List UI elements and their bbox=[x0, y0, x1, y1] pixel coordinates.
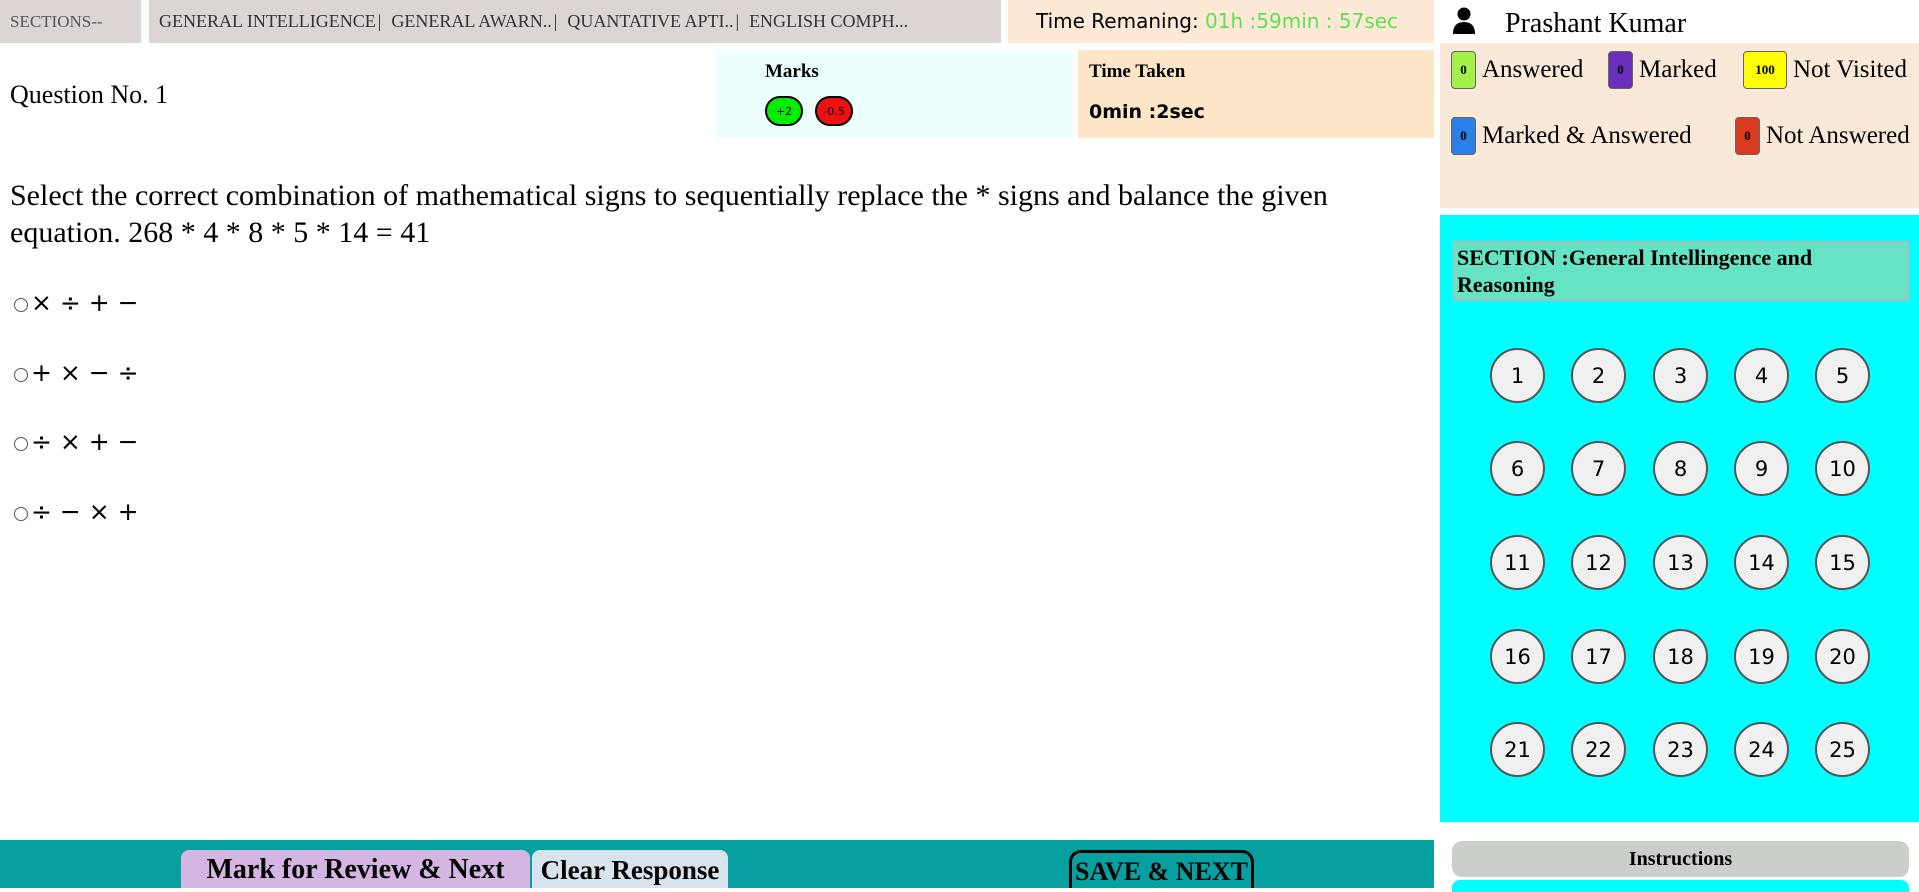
time-remaining-value: 01h :59min : 57sec bbox=[1205, 9, 1399, 33]
tab-general-awareness[interactable]: GENERAL AWARN.. | bbox=[391, 11, 557, 32]
legend-marked-answered: 0 Marked & Answered bbox=[1451, 117, 1692, 155]
option-label: ÷ − × + bbox=[31, 497, 139, 526]
question-button-3[interactable]: 3 bbox=[1653, 348, 1708, 403]
legend-marked: 0 Marked bbox=[1608, 51, 1717, 89]
question-button-24[interactable]: 24 bbox=[1734, 722, 1789, 777]
question-button-8[interactable]: 8 bbox=[1653, 441, 1708, 496]
option-1[interactable]: × ÷ + − bbox=[14, 288, 139, 317]
question-button-22[interactable]: 22 bbox=[1571, 722, 1626, 777]
question-button-16[interactable]: 16 bbox=[1490, 629, 1545, 684]
answered-count: 0 bbox=[1451, 51, 1476, 89]
save-next-button[interactable]: SAVE & NEXT bbox=[1069, 850, 1254, 888]
time-taken-title: Time Taken bbox=[1089, 61, 1186, 82]
question-button-5[interactable]: 5 bbox=[1815, 348, 1870, 403]
time-remaining-label: Time Remaning: bbox=[1036, 9, 1199, 33]
question-button-4[interactable]: 4 bbox=[1734, 348, 1789, 403]
legend-answered: 0 Answered bbox=[1451, 51, 1583, 89]
question-number: Question No. 1 bbox=[10, 80, 169, 109]
question-button-9[interactable]: 9 bbox=[1734, 441, 1789, 496]
question-button-12[interactable]: 12 bbox=[1571, 535, 1626, 590]
mark-for-review-next-button[interactable]: Mark for Review & Next bbox=[181, 850, 530, 888]
question-button-17[interactable]: 17 bbox=[1571, 629, 1626, 684]
question-button-25[interactable]: 25 bbox=[1815, 722, 1870, 777]
question-button-10[interactable]: 10 bbox=[1815, 441, 1870, 496]
marked-answered-count: 0 bbox=[1451, 117, 1476, 155]
question-text: Select the correct combination of mathem… bbox=[10, 179, 1328, 249]
legend-label: Answered bbox=[1482, 56, 1584, 83]
legend-label: Not Visited bbox=[1793, 56, 1908, 83]
tab-separator: | bbox=[553, 11, 558, 31]
instructions-panel-edge bbox=[1452, 880, 1909, 892]
option-4[interactable]: ÷ − × + bbox=[14, 497, 139, 526]
time-remaining: Time Remaning: 01h :59min : 57sec bbox=[1008, 0, 1434, 43]
marks-panel: Marks +2 -0.5 bbox=[716, 50, 1072, 138]
option-label: + × − ÷ bbox=[31, 358, 139, 387]
legend-not-answered: 0 Not Answered bbox=[1735, 117, 1910, 155]
question-button-7[interactable]: 7 bbox=[1571, 441, 1626, 496]
sections-label: SECTIONS-- bbox=[0, 0, 141, 43]
not-visited-count: 100 bbox=[1743, 51, 1787, 89]
option-label: ÷ × + − bbox=[31, 427, 139, 456]
legend-label: Marked bbox=[1639, 56, 1717, 83]
question-button-11[interactable]: 11 bbox=[1490, 535, 1545, 590]
option-label: × ÷ + − bbox=[31, 288, 139, 317]
question-button-13[interactable]: 13 bbox=[1653, 535, 1708, 590]
time-taken-panel: Time Taken 0min :2sec bbox=[1078, 50, 1434, 138]
time-taken-value: 0min :2sec bbox=[1089, 101, 1205, 123]
not-answered-count: 0 bbox=[1735, 117, 1760, 155]
radio-button[interactable] bbox=[14, 367, 28, 382]
legend-not-visited: 100 Not Visited bbox=[1743, 51, 1907, 89]
clear-response-button[interactable]: Clear Response bbox=[532, 850, 728, 888]
radio-button[interactable] bbox=[14, 506, 28, 521]
user-icon bbox=[1452, 7, 1476, 40]
section-tabs: GENERAL INTELLIGENCE | GENERAL AWARN.. | Q… bbox=[149, 0, 1001, 43]
question-button-19[interactable]: 19 bbox=[1734, 629, 1789, 684]
negative-mark-badge: -0.5 bbox=[815, 96, 853, 126]
question-button-15[interactable]: 15 bbox=[1815, 535, 1870, 590]
question-button-14[interactable]: 14 bbox=[1734, 535, 1789, 590]
question-button-2[interactable]: 2 bbox=[1571, 348, 1626, 403]
legend-label: Not Answered bbox=[1766, 122, 1910, 149]
instructions-button[interactable]: Instructions bbox=[1452, 841, 1909, 877]
marks-title: Marks bbox=[765, 61, 819, 82]
tab-separator: | bbox=[377, 11, 382, 31]
option-2[interactable]: + × − ÷ bbox=[14, 358, 139, 387]
radio-button[interactable] bbox=[14, 436, 28, 451]
positive-mark-badge: +2 bbox=[765, 96, 803, 126]
legend-label: Marked & Answered bbox=[1482, 122, 1692, 149]
marked-count: 0 bbox=[1608, 51, 1633, 89]
question-button-21[interactable]: 21 bbox=[1490, 722, 1545, 777]
tab-separator: | bbox=[735, 11, 740, 31]
user-name: Prashant Kumar bbox=[1505, 8, 1687, 39]
tab-general-intelligence[interactable]: GENERAL INTELLIGENCE | bbox=[159, 11, 381, 32]
palette-section-title: SECTION :General Intellingence and Reaso… bbox=[1453, 241, 1909, 301]
question-button-18[interactable]: 18 bbox=[1653, 629, 1708, 684]
question-button-20[interactable]: 20 bbox=[1815, 629, 1870, 684]
question-button-23[interactable]: 23 bbox=[1653, 722, 1708, 777]
tab-quantitative-aptitude[interactable]: QUANTATIVE APTI.. | bbox=[567, 11, 739, 32]
option-3[interactable]: ÷ × + − bbox=[14, 427, 139, 456]
question-button-6[interactable]: 6 bbox=[1490, 441, 1545, 496]
radio-button[interactable] bbox=[14, 297, 28, 312]
question-button-1[interactable]: 1 bbox=[1490, 348, 1545, 403]
tab-english-comprehension[interactable]: ENGLISH COMPH... bbox=[749, 11, 908, 32]
